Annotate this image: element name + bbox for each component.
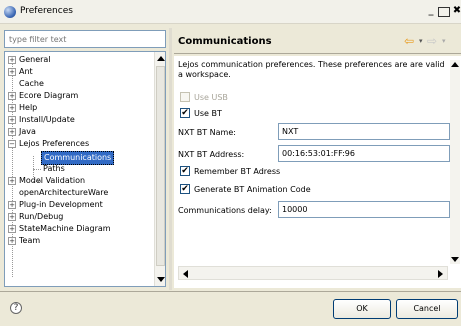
tree-item-label: Plug-in Development — [19, 200, 103, 209]
tree-item-label: Team — [19, 236, 41, 245]
pane-splitter[interactable] — [169, 28, 172, 290]
tree-item-label: Lejos Preferences — [19, 139, 90, 148]
scroll-down-icon[interactable] — [451, 257, 459, 262]
tree-guide-line — [33, 169, 41, 170]
nxt-bt-name-label: NXT BT Name: — [178, 128, 236, 137]
scroll-thumb[interactable] — [156, 66, 165, 266]
chevron-down-icon[interactable]: ▾ — [419, 37, 423, 45]
back-arrow-icon[interactable]: ⇦ — [404, 34, 414, 48]
help-icon[interactable]: ? — [10, 302, 22, 314]
ok-button[interactable]: OK — [333, 299, 391, 319]
scroll-up-icon[interactable] — [157, 56, 165, 61]
title-bar[interactable]: Preferences _ ✖ — [0, 0, 461, 24]
use-usb-label: Use USB — [194, 93, 228, 102]
remember-bt-label: Remember BT Adress — [194, 167, 281, 176]
expand-icon[interactable]: + — [8, 237, 16, 245]
use-bt-label: Use BT — [194, 109, 222, 118]
tree-item-label: Install/Update — [19, 115, 75, 124]
scroll-left-icon[interactable] — [183, 270, 188, 278]
use-usb-checkbox[interactable] — [180, 92, 190, 102]
header-divider — [174, 53, 461, 54]
forward-arrow-icon[interactable]: ⇨ — [427, 34, 437, 48]
expand-icon[interactable]: + — [8, 201, 16, 209]
nxt-bt-address-field[interactable] — [278, 145, 450, 162]
communications-page: Lejos communication preferences. These p… — [174, 56, 461, 288]
footer-divider — [0, 291, 461, 292]
scroll-up-icon[interactable] — [451, 62, 459, 67]
comm-delay-field[interactable] — [278, 201, 450, 218]
tree-item-label: General — [19, 55, 51, 64]
generate-bt-label: Generate BT Animation Code — [194, 185, 311, 194]
tree-item-label: Ant — [19, 67, 33, 76]
page-title: Communications — [178, 36, 272, 47]
tree-guide-line — [33, 156, 34, 177]
expand-icon[interactable]: + — [8, 56, 16, 64]
eclipse-icon — [4, 6, 16, 18]
tree-item-label: Model Validation — [19, 176, 86, 185]
generate-bt-checkbox[interactable]: ✔ — [180, 184, 190, 194]
tree-item-label: Java — [19, 127, 36, 136]
page-horizontal-scrollbar[interactable] — [178, 266, 448, 280]
tree-item-label: openArchitectureWare — [19, 188, 109, 197]
tree-item-label: Paths — [43, 164, 65, 173]
expand-icon[interactable]: + — [8, 116, 16, 124]
expand-icon[interactable]: + — [8, 225, 16, 233]
page-header: Communications ⇦ ▾ ⇨ ▾ — [174, 30, 461, 52]
tree-item-label: Help — [19, 103, 38, 112]
expand-icon[interactable]: + — [8, 104, 16, 112]
page-description: Lejos communication preferences. These p… — [178, 60, 445, 79]
cancel-button[interactable]: Cancel — [396, 299, 458, 319]
expand-icon[interactable]: + — [8, 92, 16, 100]
close-button[interactable]: ✖ — [452, 5, 461, 19]
use-bt-checkbox[interactable]: ✔ — [180, 108, 190, 118]
tree-vertical-scrollbar[interactable] — [154, 52, 165, 286]
expand-icon[interactable]: + — [8, 68, 16, 76]
expand-icon[interactable]: + — [8, 177, 16, 185]
nxt-bt-address-label: NXT BT Address: — [178, 150, 245, 159]
tree-item-label: Run/Debug — [19, 212, 64, 221]
nxt-bt-name-field[interactable] — [278, 123, 450, 140]
maximize-button[interactable] — [438, 7, 450, 17]
preferences-tree[interactable]: + General + Ant Cache + Ecore Diagram + … — [4, 51, 166, 287]
filter-input[interactable] — [4, 30, 166, 48]
expand-icon[interactable]: + — [8, 213, 16, 221]
minimize-button[interactable]: _ — [425, 5, 437, 19]
tree-item-label: Ecore Diagram — [19, 91, 79, 100]
collapse-icon[interactable]: − — [8, 140, 16, 148]
comm-delay-label: Communications delay: — [178, 206, 272, 215]
remember-bt-checkbox[interactable]: ✔ — [180, 166, 190, 176]
tree-item-label: StateMachine Diagram — [19, 224, 111, 233]
expand-icon[interactable]: + — [8, 128, 16, 136]
page-vertical-scrollbar[interactable] — [450, 60, 460, 264]
chevron-down-icon[interactable]: ▾ — [442, 37, 446, 45]
scroll-right-icon[interactable] — [438, 270, 443, 278]
window-title: Preferences — [20, 6, 73, 16]
scroll-down-icon[interactable] — [157, 277, 165, 282]
tree-item-label: Cache — [19, 79, 44, 88]
